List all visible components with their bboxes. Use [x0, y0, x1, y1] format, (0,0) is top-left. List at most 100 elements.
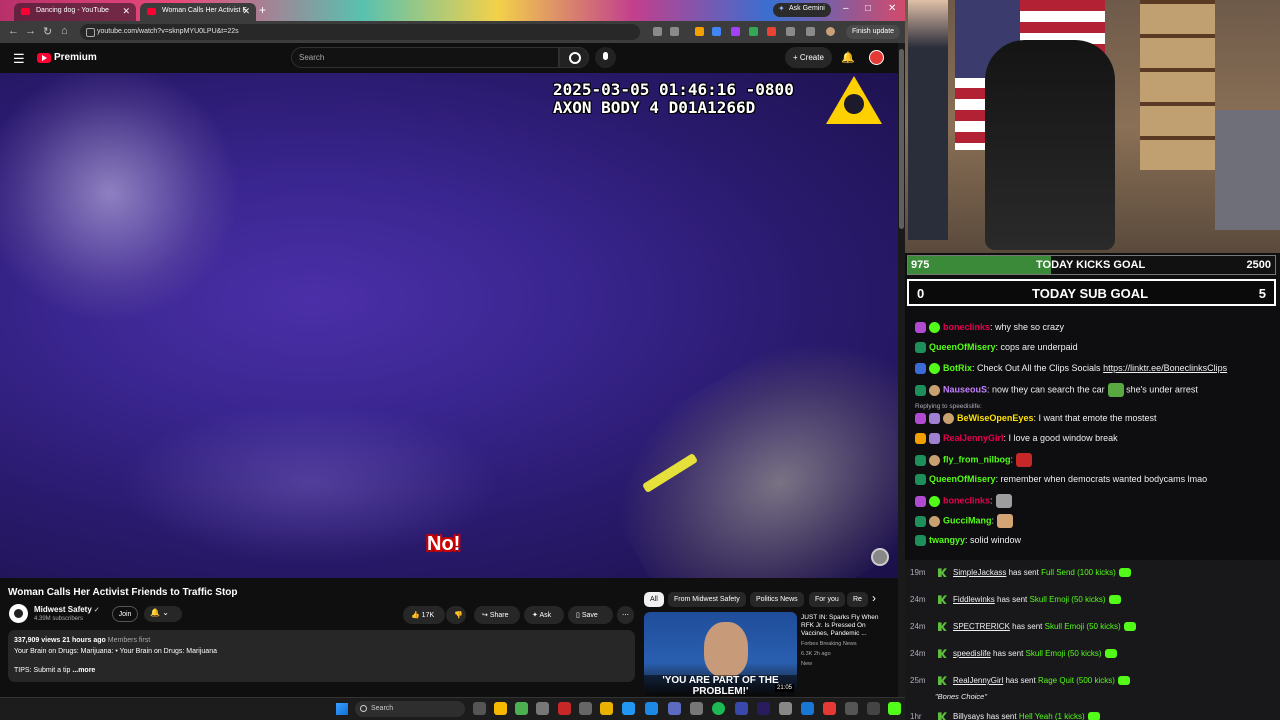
app-icon[interactable] [645, 702, 658, 715]
chat-username[interactable]: QueenOfMisery [929, 474, 996, 484]
like-button[interactable]: 👍 17K [403, 606, 445, 624]
app-icon[interactable] [779, 702, 792, 715]
reload-icon[interactable]: ↻ [43, 25, 52, 38]
install-app-icon[interactable] [653, 27, 662, 36]
channel-name[interactable]: Midwest Safety [34, 605, 100, 614]
account-avatar[interactable] [869, 50, 884, 65]
microphone-icon[interactable] [595, 47, 616, 68]
chip-politics-news[interactable]: Politics News [750, 592, 804, 607]
chat-username[interactable]: RealJennyGirl [943, 433, 1004, 443]
subscribed-notify-button[interactable]: 🔔 ⌄ [144, 606, 182, 622]
close-tab-icon[interactable]: ✕ [242, 6, 250, 17]
event-username[interactable]: Billysays [953, 712, 984, 720]
hamburger-menu-icon[interactable]: ☰ [13, 51, 25, 67]
app-icon[interactable] [622, 702, 635, 715]
active-app-icon[interactable] [558, 702, 571, 715]
app-icon[interactable] [579, 702, 592, 715]
kick-icon[interactable] [888, 702, 901, 715]
video-player[interactable]: 2025-03-05 01:46:16 -0800 AXON BODY 4 D0… [0, 73, 898, 578]
extension-icon[interactable] [749, 27, 758, 36]
chat-username[interactable]: boneclinks [943, 495, 990, 505]
extension-icon[interactable] [712, 27, 721, 36]
tab-dancing-dog[interactable]: Dancing dog - YouTube ✕ [14, 3, 136, 21]
app-icon[interactable] [600, 702, 613, 715]
app-icon[interactable] [668, 702, 681, 715]
description-link[interactable]: • Your Brain on Drugs: Marijuana [115, 648, 217, 655]
finish-update-button[interactable]: Finish update [846, 25, 901, 39]
chip-all[interactable]: All [644, 592, 664, 607]
notifications-bell-icon[interactable]: 🔔 [841, 51, 855, 64]
chrome-icon[interactable] [515, 702, 528, 715]
chat-username[interactable]: fly_from_nilbog [943, 454, 1011, 464]
app-icon[interactable] [735, 702, 748, 715]
extension-icon[interactable] [731, 27, 740, 36]
maximize-icon[interactable]: □ [865, 3, 871, 14]
search-icon[interactable] [559, 47, 589, 68]
taskbar-search[interactable]: Search [355, 701, 465, 717]
file-explorer-icon[interactable] [494, 702, 507, 715]
windows-start-icon[interactable] [336, 703, 348, 715]
more-actions-button[interactable]: ⋯ [617, 606, 634, 624]
app-icon[interactable] [801, 702, 814, 715]
recommended-title[interactable]: JUST IN: Sparks Fly When RFK Jr. Is Pres… [801, 614, 891, 638]
youtube-premium-logo[interactable]: Premium [37, 52, 97, 63]
app-icon[interactable] [823, 702, 836, 715]
extensions-puzzle-icon[interactable] [786, 27, 795, 36]
spotify-icon[interactable] [712, 702, 725, 715]
event-username[interactable]: speedislife [953, 649, 991, 658]
save-button[interactable]: ▯ Save [568, 606, 613, 624]
chat-username[interactable]: twangyy [929, 535, 965, 545]
chevron-right-icon[interactable]: › [872, 591, 876, 605]
dislike-button[interactable]: 👎 [446, 606, 466, 624]
app-icon[interactable] [690, 702, 703, 715]
chat-link[interactable]: https://linktr.ee/BoneclinksClips [1103, 363, 1227, 373]
close-window-icon[interactable]: ✕ [888, 3, 896, 14]
event-username[interactable]: Fiddlewinks [953, 595, 995, 604]
chip-recently-uploaded[interactable]: Re [847, 592, 868, 607]
bookmark-star-icon[interactable] [670, 27, 679, 36]
create-button[interactable]: + Create [785, 47, 832, 68]
description-box[interactable]: 337,909 views 21 hours ago Members first… [8, 630, 635, 682]
chip-for-you[interactable]: For you [809, 592, 845, 607]
url-bar[interactable]: youtube.com/watch?v=sknpMYU0LPU&t=22s [80, 24, 640, 40]
event-username[interactable]: RealJennyGirl [953, 676, 1003, 685]
chat-username[interactable]: BotRix [943, 363, 972, 373]
scrollbar-thumb[interactable] [899, 49, 904, 229]
ask-gemini-button[interactable]: Ask Gemini [773, 3, 831, 17]
chat-username[interactable]: NauseouS [943, 384, 987, 394]
recommended-video[interactable]: 'YOU ARE PART OF THE PROBLEM!' 21:05 JUS… [644, 612, 894, 696]
back-icon[interactable]: ← [8, 25, 19, 37]
event-username[interactable]: SimpleJackass [953, 568, 1006, 577]
recommended-thumbnail[interactable]: 'YOU ARE PART OF THE PROBLEM!' 21:05 [644, 612, 797, 696]
profile-avatar[interactable] [826, 27, 835, 36]
chat-username[interactable]: GucciMang [943, 515, 992, 525]
share-button[interactable]: ↪ Share [474, 606, 520, 624]
tab-woman-calls[interactable]: Woman Calls Her Activist F ✕ [140, 3, 256, 21]
search-input[interactable]: Search [291, 47, 559, 68]
extension-icon[interactable] [767, 27, 776, 36]
chat-username[interactable]: BeWiseOpenEyes [957, 413, 1033, 423]
close-tab-icon[interactable]: ✕ [122, 6, 130, 17]
ask-button[interactable]: ✦ Ask [524, 606, 564, 624]
new-tab-button[interactable]: + [259, 3, 266, 17]
app-icon[interactable] [757, 702, 770, 715]
minimize-icon[interactable]: – [843, 3, 849, 14]
home-icon[interactable]: ⌂ [61, 25, 68, 37]
download-icon[interactable] [806, 27, 815, 36]
forward-icon[interactable]: → [25, 25, 36, 37]
task-view-icon[interactable] [473, 702, 486, 715]
chip-from-channel[interactable]: From Midwest Safety [668, 592, 746, 607]
join-button[interactable]: Join [112, 606, 138, 622]
app-icon[interactable] [867, 702, 880, 715]
chat-username[interactable]: boneclinks [943, 322, 990, 332]
recommended-channel[interactable]: Forbes Breaking News [801, 640, 891, 648]
extension-icon[interactable] [695, 27, 704, 36]
app-icon[interactable] [845, 702, 858, 715]
show-more-link[interactable]: ...more [72, 667, 95, 674]
channel-watermark-icon[interactable] [871, 548, 889, 566]
event-username[interactable]: SPECTRERICK [953, 622, 1010, 631]
app-icon[interactable] [536, 702, 549, 715]
video-frame-window [581, 299, 898, 578]
chat-username[interactable]: QueenOfMisery [929, 342, 996, 352]
channel-avatar[interactable] [9, 604, 28, 623]
